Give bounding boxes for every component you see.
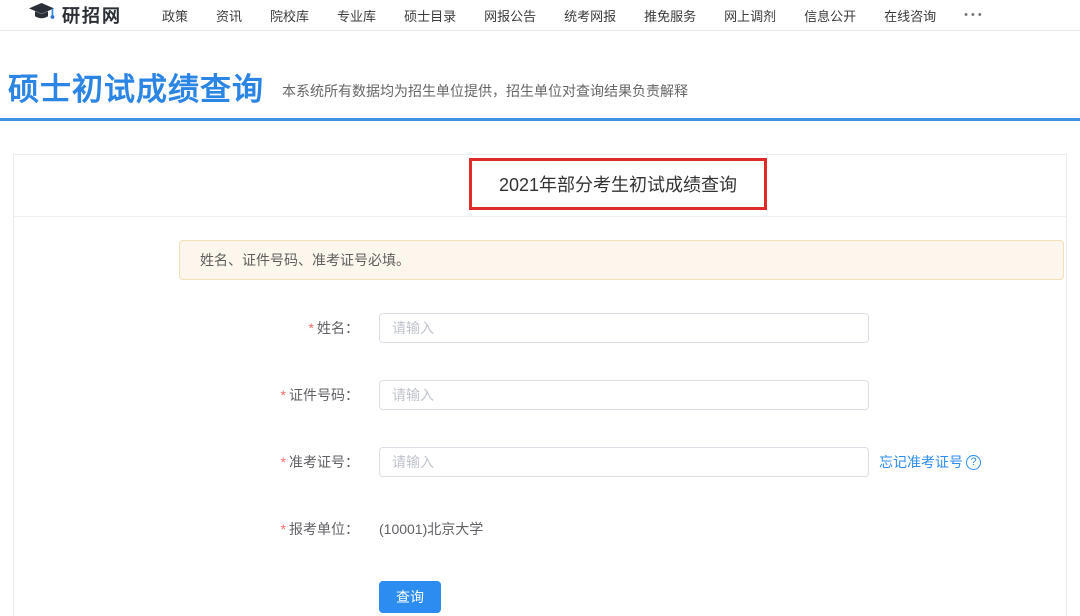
form-row-id-number: *证件号码： xyxy=(14,380,1066,410)
required-asterisk: * xyxy=(309,320,314,336)
nav-item-report-notice[interactable]: 网报公告 xyxy=(484,6,536,25)
target-unit-label: *报考单位： xyxy=(14,519,379,539)
form-row-name: *姓名： xyxy=(14,313,1066,343)
admission-ticket-input[interactable] xyxy=(379,447,869,477)
nav-item-exempt-service[interactable]: 推免服务 xyxy=(644,6,696,25)
panel-header: 2021年部分考生初试成绩查询 xyxy=(14,155,1066,217)
name-input[interactable] xyxy=(379,313,869,343)
admission-ticket-label-text: 准考证号： xyxy=(289,454,359,470)
nav-item-info-disclosure[interactable]: 信息公开 xyxy=(804,6,856,25)
nav-item-news[interactable]: 资讯 xyxy=(216,6,242,25)
page-subtitle: 本系统所有数据均为招生单位提供，招生单位对查询结果负责解释 xyxy=(282,81,688,105)
name-label-text: 姓名： xyxy=(317,320,359,336)
admission-ticket-label: *准考证号： xyxy=(14,452,379,472)
target-unit-label-text: 报考单位： xyxy=(289,521,359,537)
id-number-label: *证件号码： xyxy=(14,385,379,405)
required-asterisk: * xyxy=(281,454,286,470)
top-navbar: 研招网 政策 资讯 院校库 专业库 硕士目录 网报公告 统考网报 推免服务 网上… xyxy=(0,0,1080,31)
query-submit-button[interactable]: 查询 xyxy=(379,581,441,613)
nav-item-masters-catalog[interactable]: 硕士目录 xyxy=(404,6,456,25)
nav-item-policy[interactable]: 政策 xyxy=(162,6,188,25)
form-row-target-unit: *报考单位： (10001)北京大学 xyxy=(14,514,1066,544)
nav-more-ellipsis-icon[interactable]: ••• xyxy=(964,9,985,21)
name-label: *姓名： xyxy=(14,318,379,338)
red-highlight-box: 2021年部分考生初试成绩查询 xyxy=(469,158,767,210)
nav-item-online-consult[interactable]: 在线咨询 xyxy=(884,6,936,25)
forgot-ticket-link-text: 忘记准考证号 xyxy=(879,452,963,472)
button-row: 查询 xyxy=(14,581,1066,613)
nav-item-major-library[interactable]: 专业库 xyxy=(337,6,376,25)
required-asterisk: * xyxy=(281,521,286,537)
panel-title: 2021年部分考生初试成绩查询 xyxy=(499,171,737,197)
required-asterisk: * xyxy=(281,387,286,403)
nav-item-online-adjustment[interactable]: 网上调剂 xyxy=(724,6,776,25)
query-panel: 2021年部分考生初试成绩查询 姓名、证件号码、准考证号必填。 *姓名： *证件… xyxy=(13,154,1067,616)
form-row-admission-ticket: *准考证号： 忘记准考证号 ? xyxy=(14,447,1066,477)
id-number-input[interactable] xyxy=(379,380,869,410)
graduation-cap-icon xyxy=(28,2,55,28)
nav-item-unified-exam-reg[interactable]: 统考网报 xyxy=(564,6,616,25)
page-title: 硕士初试成绩查询 xyxy=(8,74,264,105)
nav-item-college-library[interactable]: 院校库 xyxy=(270,6,309,25)
nav-menu: 政策 资讯 院校库 专业库 硕士目录 网报公告 统考网报 推免服务 网上调剂 信… xyxy=(162,6,985,25)
question-circle-icon: ? xyxy=(966,455,981,470)
required-fields-notice: 姓名、证件号码、准考证号必填。 xyxy=(179,240,1064,280)
id-number-label-text: 证件号码： xyxy=(289,387,359,403)
blue-divider xyxy=(0,118,1080,121)
page-header: 硕士初试成绩查询 本系统所有数据均为招生单位提供，招生单位对查询结果负责解释 xyxy=(0,31,1080,118)
target-unit-value: (10001)北京大学 xyxy=(379,519,483,539)
query-form: *姓名： *证件号码： *准考证号： 忘记准考证号 ? *报考单位： (1 xyxy=(14,313,1066,613)
site-logo[interactable]: 研招网 xyxy=(28,2,122,28)
site-logo-text: 研招网 xyxy=(62,2,122,28)
forgot-ticket-link[interactable]: 忘记准考证号 ? xyxy=(879,452,981,472)
